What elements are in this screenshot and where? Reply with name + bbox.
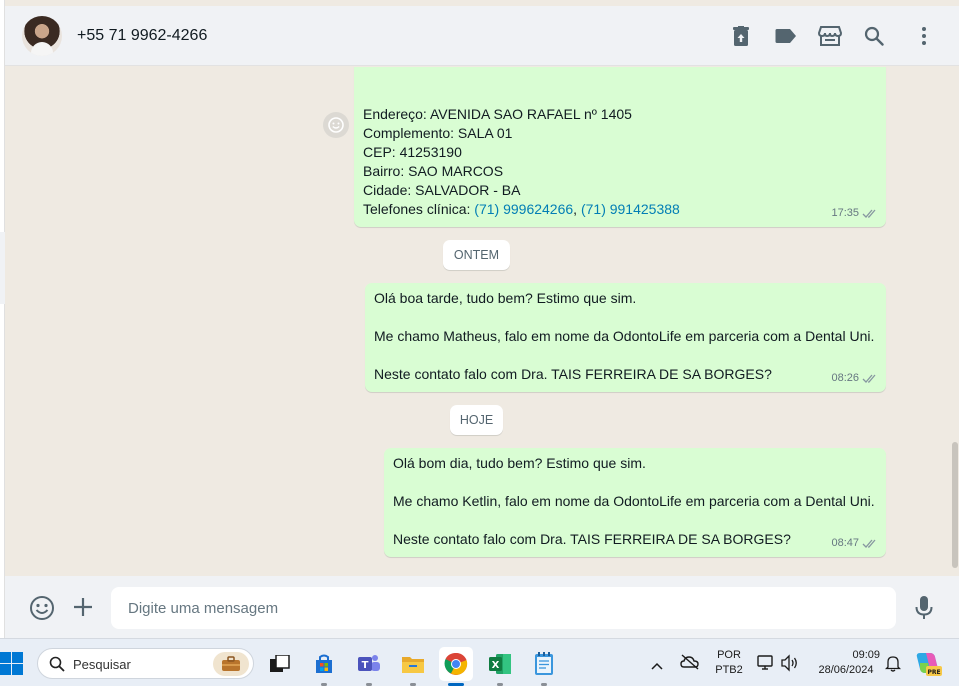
briefcase-icon — [213, 652, 249, 676]
read-ticks-icon — [862, 539, 876, 548]
message-line: Olá boa tarde, tudo bem? Estimo que sim. — [374, 290, 637, 306]
message-time: 17:35 — [831, 207, 859, 219]
bairro-line: Bairro: SAO MARCOS — [363, 163, 504, 179]
notification-bell-icon[interactable] — [884, 654, 902, 677]
notepad-icon[interactable] — [527, 647, 561, 686]
microphone-icon[interactable] — [914, 595, 934, 626]
scrollbar-thumb[interactable] — [952, 442, 958, 568]
attach-plus-icon[interactable] — [71, 595, 95, 624]
message-bubble-address[interactable]: Endereço: AVENIDA SAO RAFAEL nº 1405 Com… — [354, 67, 886, 227]
message-line: Me chamo Ketlin, falo em nome da OdontoL… — [393, 493, 875, 509]
chat-scrollbar[interactable] — [951, 67, 959, 576]
menu-icon[interactable] — [911, 23, 937, 49]
search-icon — [49, 656, 65, 677]
windows-start-icon[interactable] — [0, 652, 23, 680]
message-meta: 17:35 — [831, 204, 878, 223]
onedrive-offline-icon[interactable] — [680, 654, 700, 675]
address-line: Endereço: AVENIDA SAO RAFAEL nº 1405 — [363, 106, 632, 122]
phone-separator: , — [573, 201, 581, 217]
message-list[interactable]: Endereço: AVENIDA SAO RAFAEL nº 1405 Com… — [5, 67, 951, 576]
label-icon[interactable] — [773, 23, 799, 49]
message-line: Neste contato falo com Dra. TAIS FERREIR… — [374, 366, 772, 382]
taskbar-search[interactable]: Pesquisar — [37, 648, 254, 679]
language-code: POR — [717, 649, 741, 661]
svg-text:PRE: PRE — [927, 669, 940, 676]
svg-text:T: T — [362, 660, 369, 671]
message-bubble-today[interactable]: Olá bom dia, tudo bem? Estimo que sim. M… — [384, 448, 886, 557]
clock-date: 28/06/2024 — [818, 664, 874, 676]
chrome-icon[interactable] — [439, 647, 473, 686]
message-time: 08:26 — [831, 372, 859, 384]
message-line: Olá bom dia, tudo bem? Estimo que sim. — [393, 455, 646, 471]
message-input[interactable] — [111, 587, 896, 629]
read-ticks-icon — [862, 209, 876, 218]
task-view-icon[interactable] — [263, 647, 297, 681]
archive-icon[interactable] — [728, 23, 754, 49]
message-line: Neste contato falo com Dra. TAIS FERREIR… — [393, 531, 791, 547]
emoji-reaction-icon[interactable] — [323, 112, 349, 138]
search-icon[interactable] — [861, 23, 887, 49]
contact-name[interactable]: +55 71 9962-4266 — [77, 27, 207, 45]
file-explorer-icon[interactable] — [396, 647, 430, 686]
message-bubble-yesterday[interactable]: Olá boa tarde, tudo bem? Estimo que sim.… — [365, 283, 886, 392]
whatsapp-window: +55 71 9962-4266 Endereço: AVENIDA SAO R… — [0, 0, 959, 686]
keyboard-layout: PTB2 — [715, 664, 743, 676]
windows-taskbar: Pesquisar T X POR PTB2 09:09 28/06/2024 … — [0, 638, 959, 686]
svg-text:X: X — [492, 660, 500, 671]
emoji-icon[interactable] — [29, 595, 55, 626]
teams-icon[interactable]: T — [352, 647, 386, 686]
message-time: 08:47 — [831, 537, 859, 549]
input-language[interactable]: POR PTB2 — [712, 648, 746, 678]
date-chip-yesterday: ONTEM — [443, 240, 510, 270]
search-label: Pesquisar — [73, 657, 131, 672]
message-meta: 08:47 — [831, 534, 878, 553]
clock-time: 09:09 — [852, 649, 880, 661]
chat-header: +55 71 9962-4266 — [5, 6, 959, 66]
phones-label: Telefones clínica: — [363, 201, 475, 217]
volume-icon[interactable] — [780, 654, 800, 677]
cep-line: CEP: 41253190 — [363, 144, 462, 160]
phone-link-2[interactable]: (71) 991425388 — [581, 201, 680, 217]
copilot-pre-icon[interactable]: PRE — [914, 649, 942, 682]
read-ticks-icon — [862, 374, 876, 383]
contact-avatar[interactable] — [22, 16, 62, 56]
taskbar-clock[interactable]: 09:09 28/06/2024 — [812, 648, 880, 678]
phone-link-1[interactable]: (71) 999624266 — [474, 201, 573, 217]
chevron-up-icon[interactable] — [651, 657, 663, 675]
date-chip-today: HOJE — [450, 405, 503, 435]
network-icon[interactable] — [757, 654, 775, 677]
phones-line: Telefones clínica: (71) 999624266, (71) … — [363, 200, 886, 219]
message-meta: 08:26 — [831, 369, 878, 388]
excel-icon[interactable]: X — [483, 647, 517, 686]
catalog-store-icon[interactable] — [817, 23, 843, 49]
compose-bar — [5, 576, 959, 638]
message-line: Me chamo Matheus, falo em nome da Odonto… — [374, 328, 875, 344]
cidade-line: Cidade: SALVADOR - BA — [363, 182, 521, 198]
microsoft-store-icon[interactable] — [307, 647, 341, 686]
complement-line: Complemento: SALA 01 — [363, 125, 513, 141]
